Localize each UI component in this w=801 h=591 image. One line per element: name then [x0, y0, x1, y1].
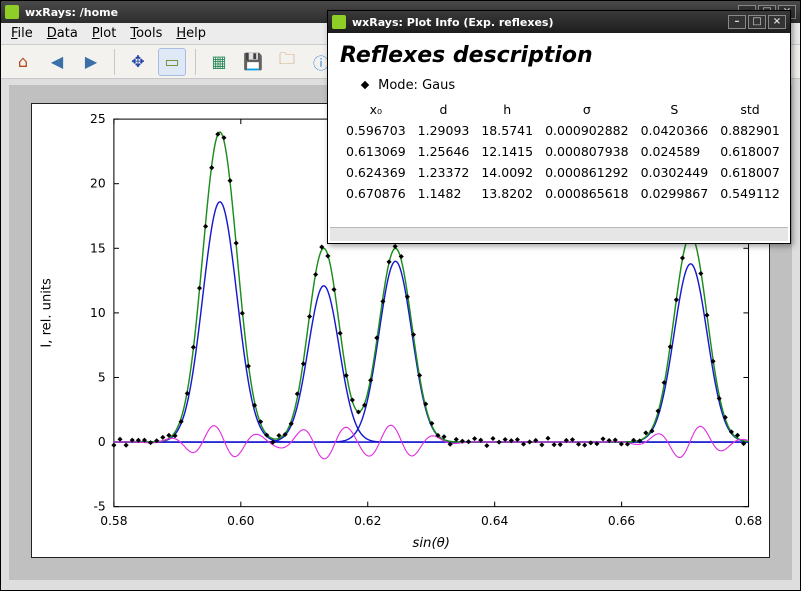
col-0: x₀ — [340, 99, 412, 120]
svg-text:sin(θ): sin(θ) — [412, 536, 450, 551]
popup-body: Reflexes description Mode: Gaus x₀dhσSst… — [328, 33, 790, 214]
col-5: std — [714, 99, 786, 120]
save-icon[interactable]: 💾 — [239, 48, 267, 76]
table-cell: 13.8202 — [475, 183, 539, 204]
menu-plot[interactable]: Plot — [92, 26, 117, 41]
svg-text:0.62: 0.62 — [354, 514, 381, 528]
popup-heading: Reflexes description — [340, 43, 778, 68]
table-cell: 0.0420366 — [635, 120, 715, 141]
app-icon — [332, 15, 346, 29]
menu-data[interactable]: Data — [47, 26, 78, 41]
mode-value: Gaus — [422, 78, 455, 93]
diamond-icon — [361, 81, 369, 89]
table-cell: 0.613069 — [340, 141, 412, 162]
popup-window-controls: – □ × — [728, 15, 786, 29]
subplots-icon[interactable]: ▦ — [205, 48, 233, 76]
svg-text:0.64: 0.64 — [481, 514, 509, 528]
close-button[interactable]: × — [768, 15, 786, 29]
table-cell: 0.670876 — [340, 183, 412, 204]
reflex-table: x₀dhσSstd 0.5967031.2909318.57410.000902… — [340, 99, 786, 204]
svg-text:-5: -5 — [93, 500, 105, 514]
table-cell: 1.29093 — [412, 120, 476, 141]
svg-text:0.66: 0.66 — [608, 514, 635, 528]
zoom-icon[interactable]: ▭ — [158, 48, 186, 76]
toolbar-separator — [195, 49, 196, 75]
table-cell: 0.0302449 — [635, 162, 715, 183]
svg-text:25: 25 — [90, 112, 106, 126]
col-3: σ — [539, 99, 635, 120]
svg-text:5: 5 — [98, 371, 106, 385]
table-cell: 0.618007 — [714, 141, 786, 162]
maximize-button[interactable]: □ — [748, 15, 766, 29]
table-header-row: x₀dhσSstd — [340, 99, 786, 120]
toolbar-separator — [114, 49, 115, 75]
svg-text:10: 10 — [90, 306, 106, 320]
table-row: 0.6130691.2564612.14150.0008079380.02458… — [340, 141, 786, 162]
table-row: 0.6243691.2337214.00920.0008612920.03024… — [340, 162, 786, 183]
table-cell: 0.000807938 — [539, 141, 635, 162]
table-cell: 0.0299867 — [635, 183, 715, 204]
menu-file[interactable]: File — [11, 26, 33, 41]
forward-icon[interactable]: ▶ — [77, 48, 105, 76]
home-icon[interactable]: ⌂ — [9, 48, 37, 76]
table-row: 0.6708761.148213.82020.0008656180.029986… — [340, 183, 786, 204]
pan-icon[interactable]: ✥ — [124, 48, 152, 76]
table-cell: 12.1415 — [475, 141, 539, 162]
svg-text:20: 20 — [90, 177, 106, 191]
table-row: 0.5967031.2909318.57410.0009028820.04203… — [340, 120, 786, 141]
table-cell: 0.000902882 — [539, 120, 635, 141]
table-cell: 0.000861292 — [539, 162, 635, 183]
mode-label: Mode: — [378, 78, 418, 93]
open-icon[interactable]: 🗀 — [273, 48, 301, 76]
table-cell: 0.618007 — [714, 162, 786, 183]
table-cell: 0.596703 — [340, 120, 412, 141]
table-cell: 0.624369 — [340, 162, 412, 183]
plot-info-popup: wxRays: Plot Info (Exp. reflexes) – □ × … — [327, 10, 791, 244]
table-cell: 1.23372 — [412, 162, 476, 183]
table-cell: 0.882901 — [714, 120, 786, 141]
svg-text:0.60: 0.60 — [227, 514, 254, 528]
table-cell: 0.024589 — [635, 141, 715, 162]
table-cell: 1.25646 — [412, 141, 476, 162]
menu-help[interactable]: Help — [176, 26, 206, 41]
svg-text:0.68: 0.68 — [735, 514, 762, 528]
minimize-button[interactable]: – — [728, 15, 746, 29]
popup-titlebar[interactable]: wxRays: Plot Info (Exp. reflexes) – □ × — [328, 11, 790, 33]
col-1: d — [412, 99, 476, 120]
table-cell: 18.5741 — [475, 120, 539, 141]
svg-text:I, rel. units: I, rel. units — [39, 278, 54, 348]
table-cell: 0.549112 — [714, 183, 786, 204]
svg-text:0: 0 — [98, 435, 106, 449]
popup-scrollbar[interactable] — [330, 227, 788, 241]
back-icon[interactable]: ◀ — [43, 48, 71, 76]
app-icon — [5, 5, 19, 19]
popup-title: wxRays: Plot Info (Exp. reflexes) — [352, 16, 553, 29]
menu-tools[interactable]: Tools — [130, 26, 162, 41]
svg-text:0.58: 0.58 — [100, 514, 127, 528]
mode-row: Mode: Gaus — [362, 78, 778, 93]
col-2: h — [475, 99, 539, 120]
table-cell: 1.1482 — [412, 183, 476, 204]
table-cell: 0.000865618 — [539, 183, 635, 204]
table-cell: 14.0092 — [475, 162, 539, 183]
main-window-title: wxRays: /home — [25, 6, 118, 19]
svg-text:15: 15 — [90, 241, 106, 255]
col-4: S — [635, 99, 715, 120]
